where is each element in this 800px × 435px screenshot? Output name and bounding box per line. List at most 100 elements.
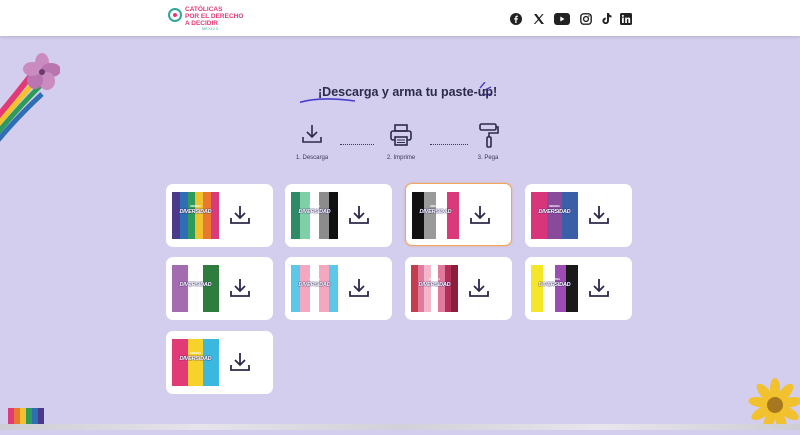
flag-stripe bbox=[211, 192, 219, 239]
decorative-flower-left bbox=[0, 50, 61, 160]
step-connector bbox=[340, 144, 374, 146]
flag-kicker: SEMANA bbox=[309, 205, 320, 208]
flag-stripe bbox=[562, 192, 578, 239]
flag-stripe bbox=[300, 265, 310, 312]
flag-kicker: SEMANA bbox=[190, 278, 201, 281]
flag-label: DIVERSIDAD bbox=[419, 209, 452, 215]
download-icon[interactable] bbox=[469, 204, 491, 226]
flag-label: DIVERSIDAD bbox=[538, 209, 571, 215]
flag-stripe bbox=[412, 192, 424, 239]
flag-kicker: SEMANA bbox=[309, 278, 320, 281]
flag-stripe bbox=[203, 265, 219, 312]
flag-stripe bbox=[423, 192, 436, 239]
paste-up-card[interactable]: SEMANA DIVERSIDAD bbox=[285, 184, 392, 247]
pride-flag-thumbnail[interactable]: SEMANA DIVERSIDAD bbox=[172, 265, 219, 312]
youtube-icon[interactable] bbox=[553, 10, 571, 28]
step-label: 3. Pega bbox=[477, 155, 499, 161]
download-icon[interactable] bbox=[229, 204, 251, 226]
flag-stripe bbox=[187, 339, 204, 386]
linkedin-icon[interactable] bbox=[617, 10, 635, 28]
flag-stripe bbox=[203, 339, 219, 386]
flag-stripe bbox=[531, 265, 543, 312]
pride-flag-thumbnail[interactable]: SEMANA DIVERSIDAD bbox=[531, 192, 578, 239]
pride-flag-thumbnail[interactable]: SEMANA DIVERSIDAD bbox=[172, 339, 219, 386]
pride-flag-thumbnail[interactable]: SEMANA DIVERSIDAD bbox=[291, 265, 338, 312]
flag-label: DIVERSIDAD bbox=[179, 356, 212, 362]
flag-kicker: SEMANA bbox=[549, 278, 560, 281]
step-label: 1. Descarga bbox=[295, 155, 329, 161]
pride-flag-thumbnail[interactable]: SEMANA DIVERSIDAD bbox=[291, 192, 338, 239]
pride-flag-thumbnail[interactable]: SEMANA DIVERSIDAD bbox=[412, 192, 459, 239]
tiktok-icon[interactable] bbox=[597, 10, 615, 28]
x-icon[interactable] bbox=[530, 10, 548, 28]
flag-stripe bbox=[328, 265, 338, 312]
paste-up-card[interactable]: SEMANA DIVERSIDAD bbox=[525, 184, 632, 247]
flag-label: DIVERSIDAD bbox=[179, 209, 212, 215]
flag-label: DIVERSIDAD bbox=[179, 282, 212, 288]
step-paste: 3. Pega bbox=[458, 123, 518, 163]
flag-stripe bbox=[172, 339, 188, 386]
flag-stripe bbox=[187, 265, 204, 312]
flag-kicker: SEMANA bbox=[429, 278, 440, 281]
flag-kicker: SEMANA bbox=[190, 352, 201, 355]
flag-stripe bbox=[319, 192, 329, 239]
pride-flag-thumbnail[interactable]: SEMANA DIVERSIDAD bbox=[172, 192, 219, 239]
site-logo[interactable]: CATÓLICAS POR EL DERECHO A DECIDIR MÉXIC… bbox=[168, 6, 248, 32]
footer-strip bbox=[0, 424, 800, 430]
download-icon[interactable] bbox=[348, 204, 370, 226]
flag-stripe bbox=[291, 192, 301, 239]
flag-stripe bbox=[300, 192, 310, 239]
header: CATÓLICAS POR EL DERECHO A DECIDIR MÉXIC… bbox=[0, 0, 800, 36]
flag-stripe bbox=[554, 265, 567, 312]
paste-up-card[interactable]: SEMANA DIVERSIDAD bbox=[405, 183, 512, 246]
flag-label: DIVERSIDAD bbox=[538, 282, 571, 288]
flag-stripe bbox=[531, 192, 547, 239]
paste-up-card[interactable]: SEMANA DIVERSIDAD bbox=[405, 257, 512, 320]
step-print: 2. Imprime bbox=[371, 123, 431, 163]
pride-flag-thumbnail[interactable]: SEMANA DIVERSIDAD bbox=[531, 265, 578, 312]
flag-stripe bbox=[187, 192, 196, 239]
flag-label: DIVERSIDAD bbox=[298, 282, 331, 288]
flag-kicker: SEMANA bbox=[549, 205, 560, 208]
paste-up-card[interactable]: SEMANA DIVERSIDAD bbox=[285, 257, 392, 320]
flag-stripe bbox=[546, 192, 563, 239]
flag-stripe bbox=[203, 192, 212, 239]
logo-subtext: MÉXICO bbox=[202, 27, 219, 31]
download-icon[interactable] bbox=[229, 351, 251, 373]
paint-roller-icon bbox=[479, 123, 499, 148]
download-icon[interactable] bbox=[588, 204, 610, 226]
download-icon[interactable] bbox=[468, 277, 490, 299]
step-download: 1. Descarga bbox=[282, 123, 342, 163]
flag-stripe bbox=[179, 192, 188, 239]
flag-stripe bbox=[417, 265, 425, 312]
flag-kicker: SEMANA bbox=[190, 205, 201, 208]
download-icon[interactable] bbox=[588, 277, 610, 299]
flag-stripe bbox=[424, 265, 432, 312]
download-icon[interactable] bbox=[348, 277, 370, 299]
paste-up-card[interactable]: SEMANA DIVERSIDAD bbox=[166, 257, 273, 320]
flag-stripe bbox=[195, 192, 204, 239]
flag-stripe bbox=[319, 265, 329, 312]
step-label: 2. Imprime bbox=[386, 155, 416, 161]
download-icon[interactable] bbox=[229, 277, 251, 299]
paste-up-card[interactable]: SEMANA DIVERSIDAD bbox=[166, 331, 273, 394]
flag-label: DIVERSIDAD bbox=[418, 282, 451, 288]
paste-up-card[interactable]: SEMANA DIVERSIDAD bbox=[525, 257, 632, 320]
flag-stripe bbox=[542, 265, 555, 312]
paste-up-card[interactable]: SEMANA DIVERSIDAD bbox=[166, 184, 273, 247]
decorative-sunflower bbox=[740, 370, 800, 431]
instagram-icon[interactable] bbox=[577, 10, 595, 28]
flag-label: DIVERSIDAD bbox=[298, 209, 331, 215]
pride-flag-thumbnail[interactable]: SEMANA DIVERSIDAD bbox=[411, 265, 458, 312]
flag-stripe bbox=[431, 265, 438, 312]
flag-stripe bbox=[309, 192, 320, 239]
download-icon bbox=[302, 125, 322, 143]
flag-stripe bbox=[444, 265, 452, 312]
logo-text: CATÓLICAS POR EL DERECHO A DECIDIR bbox=[185, 6, 244, 27]
flag-kicker: SEMANA bbox=[430, 205, 441, 208]
flag-stripe bbox=[172, 192, 180, 239]
flag-stripe bbox=[291, 265, 301, 312]
facebook-icon[interactable] bbox=[507, 10, 525, 28]
steps-bar: 1. Descarga 2. Imprime 3. Pega bbox=[290, 123, 510, 163]
flag-stripe bbox=[172, 265, 188, 312]
